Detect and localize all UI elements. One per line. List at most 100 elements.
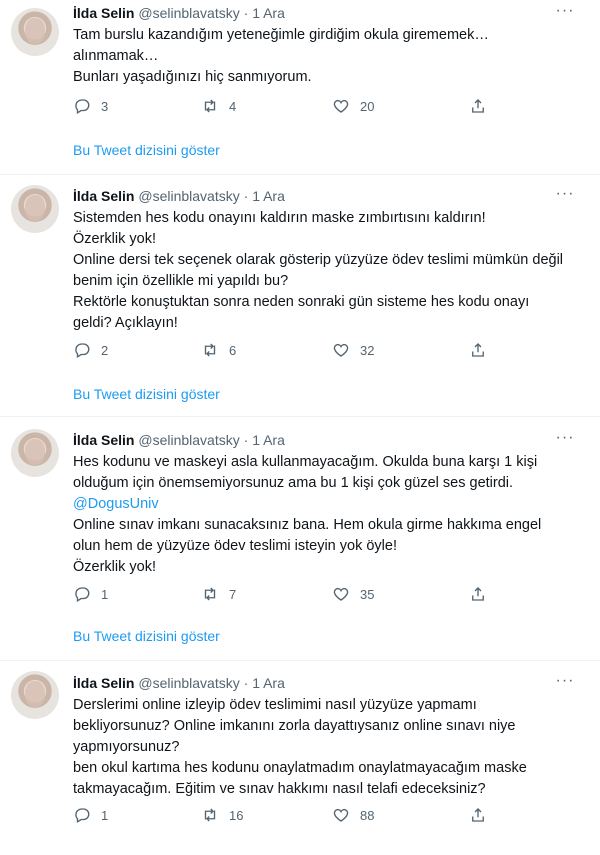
author-handle[interactable]: @selinblavatsky	[138, 432, 239, 448]
like-count: 35	[360, 586, 375, 602]
share-button[interactable]	[469, 95, 497, 117]
show-thread-link[interactable]: Bu Tweet dizisini göster	[73, 142, 220, 158]
share-icon	[472, 343, 484, 357]
reply-button[interactable]: 1	[73, 583, 108, 605]
tweet-line: Hes kodunu ve maskeyi asla kullanmayacağ…	[73, 454, 538, 470]
like-button[interactable]: 35	[332, 583, 374, 605]
tweet-line: bekliyorsunuz? Online imkanını zorla day…	[73, 718, 516, 734]
reply-icon	[75, 99, 90, 114]
heart-icon	[333, 587, 349, 601]
retweet-count: 16	[229, 807, 244, 823]
avatar[interactable]	[11, 185, 59, 233]
more-icon[interactable]: ···	[554, 3, 576, 24]
tweet-time[interactable]: 1 Ara	[252, 675, 285, 691]
tweet-line: ben okul kartıma hes kodunu onaylatmadım…	[73, 760, 527, 776]
share-icon	[472, 808, 484, 822]
retweet-count: 6	[229, 342, 237, 358]
tweet-actions: 3 4 20	[73, 95, 493, 117]
like-count: 20	[360, 98, 375, 114]
share-icon	[472, 99, 484, 113]
author-handle[interactable]: @selinblavatsky	[138, 188, 239, 204]
tweet-line: Özerklik yok!	[73, 231, 156, 247]
show-thread-link[interactable]: Bu Tweet dizisini göster	[73, 628, 220, 644]
divider	[0, 416, 600, 417]
tweet-actions: 2 6 32	[73, 339, 493, 361]
reply-count: 1	[101, 807, 109, 823]
reply-button[interactable]: 1	[73, 804, 108, 826]
divider	[0, 174, 600, 175]
retweet-count: 4	[229, 98, 237, 114]
more-icon[interactable]: ···	[554, 186, 576, 207]
tweet-actions: 1 16 88	[73, 804, 493, 826]
divider	[0, 660, 600, 661]
tweet-time[interactable]: 1 Ara	[252, 432, 285, 448]
author-handle[interactable]: @selinblavatsky	[138, 675, 239, 691]
reply-count: 2	[101, 342, 109, 358]
share-button[interactable]	[469, 804, 497, 826]
tweet-header: İlda Selin @selinblavatsky · 1 Ara	[73, 674, 285, 692]
avatar[interactable]	[11, 671, 59, 719]
avatar[interactable]	[11, 429, 59, 477]
tweet-line: takmayacağım. Eğitim ve sınav hakkımı na…	[73, 781, 486, 797]
show-thread-link[interactable]: Bu Tweet dizisini göster	[73, 386, 220, 402]
tweet-line: olun hem de yüzyüze ödev teslimi isteyin…	[73, 538, 397, 554]
author-name[interactable]: İlda Selin	[73, 675, 134, 691]
tweet-line: Bunları yaşadığınızı hiç sanmıyorum.	[73, 69, 312, 85]
tweet-line: Online sınav imkanı sunacaksınız bana. H…	[73, 517, 542, 533]
tweet-line: Sistemden hes kodu onayını kaldırın mask…	[73, 210, 486, 226]
retweet-icon	[204, 808, 216, 822]
tweet-header: İlda Selin @selinblavatsky · 1 Ara	[73, 431, 285, 449]
tweet-text: Tam burslu kazandığım yeteneğimle girdiğ…	[73, 25, 573, 88]
like-button[interactable]: 32	[332, 339, 374, 361]
tweet-line: Rektörle konuştuktan sonra neden sonraki…	[73, 294, 530, 310]
tweet-line: Tam burslu kazandığım yeteneğimle girdiğ…	[73, 27, 489, 43]
mention-link[interactable]: @DogusUniv	[73, 494, 573, 515]
retweet-button[interactable]: 7	[201, 583, 236, 605]
tweet-header: İlda Selin @selinblavatsky · 1 Ara	[73, 4, 285, 22]
tweet-line: Özerklik yok!	[73, 559, 156, 575]
avatar[interactable]	[11, 8, 59, 56]
reply-button[interactable]: 2	[73, 339, 108, 361]
tweet-line: Online dersi tek seçenek olarak gösterip…	[73, 252, 564, 268]
author-name[interactable]: İlda Selin	[73, 188, 134, 204]
separator-dot: ·	[243, 675, 249, 691]
retweet-count: 7	[229, 586, 237, 602]
retweet-icon	[204, 587, 216, 601]
tweet-text: Derslerimi online izleyip ödev teslimimi…	[73, 695, 573, 800]
reply-icon	[75, 808, 90, 823]
retweet-icon	[204, 99, 216, 113]
share-button[interactable]	[469, 339, 497, 361]
more-icon[interactable]: ···	[554, 430, 576, 451]
reply-button[interactable]: 3	[73, 95, 108, 117]
heart-icon	[333, 808, 349, 822]
reply-count: 1	[101, 586, 109, 602]
retweet-button[interactable]: 6	[201, 339, 236, 361]
like-count: 32	[360, 342, 375, 358]
tweet-line: yapmıyorsunuz?	[73, 739, 180, 755]
heart-icon	[333, 99, 349, 113]
author-handle[interactable]: @selinblavatsky	[138, 5, 239, 21]
tweet-time[interactable]: 1 Ara	[252, 5, 285, 21]
share-button[interactable]	[469, 583, 497, 605]
share-icon	[472, 587, 484, 601]
author-name[interactable]: İlda Selin	[73, 432, 134, 448]
heart-icon	[333, 343, 349, 357]
tweet-line: olduğum için önemsemiyorsunuz ama bu 1 k…	[73, 475, 514, 491]
retweet-button[interactable]: 4	[201, 95, 236, 117]
tweet-text: Hes kodunu ve maskeyi asla kullanmayacağ…	[73, 452, 573, 578]
separator-dot: ·	[243, 432, 249, 448]
tweet-header: İlda Selin @selinblavatsky · 1 Ara	[73, 187, 285, 205]
tweet-line: Derslerimi online izleyip ödev teslimimi…	[73, 697, 477, 713]
more-icon[interactable]: ···	[554, 673, 576, 694]
author-name[interactable]: İlda Selin	[73, 5, 134, 21]
separator-dot: ·	[243, 5, 249, 21]
tweet-time[interactable]: 1 Ara	[252, 188, 285, 204]
like-button[interactable]: 20	[332, 95, 374, 117]
retweet-button[interactable]: 16	[201, 804, 243, 826]
retweet-icon	[204, 343, 216, 357]
separator-dot: ·	[243, 188, 249, 204]
tweet-line: geldi? Açıklayın!	[73, 315, 178, 331]
like-button[interactable]: 88	[332, 804, 374, 826]
tweet-text: Sistemden hes kodu onayını kaldırın mask…	[73, 208, 573, 334]
like-count: 88	[360, 807, 375, 823]
